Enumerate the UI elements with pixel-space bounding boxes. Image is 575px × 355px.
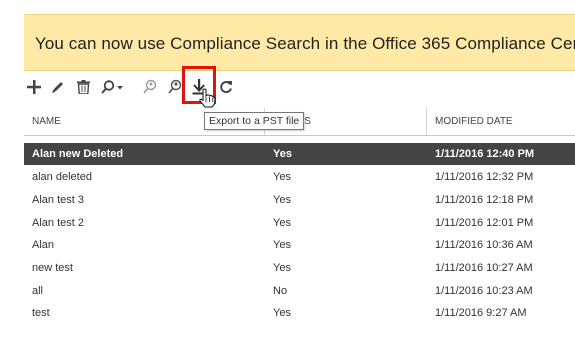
cell-modified: 1/11/2016 12:40 PM: [435, 148, 535, 160]
search-people-button[interactable]: [141, 76, 159, 98]
table-row[interactable]: alan deleted Yes 1/11/2016 12:32 PM: [24, 166, 575, 188]
refresh-button[interactable]: [218, 76, 234, 98]
cell-status: Yes: [273, 307, 291, 319]
search-dropdown-button[interactable]: [100, 76, 126, 98]
search-people-alt-icon: [168, 79, 182, 94]
search-dropdown-icon: [101, 80, 123, 94]
table-row[interactable]: new test Yes 1/11/2016 10:27 AM: [24, 257, 575, 279]
add-button[interactable]: [26, 76, 42, 98]
column-divider: [426, 108, 427, 135]
column-header-name[interactable]: NAME: [32, 116, 61, 127]
column-header-modified[interactable]: MODIFIED DATE: [435, 116, 513, 127]
cell-name: alan deleted: [32, 171, 92, 183]
cell-modified: 1/11/2016 10:27 AM: [435, 262, 533, 274]
table-row[interactable]: Alan Yes 1/11/2016 10:36 AM: [24, 234, 575, 256]
edit-button[interactable]: [50, 76, 66, 98]
table-row[interactable]: all No 1/11/2016 10:23 AM: [24, 280, 575, 302]
cell-status: Yes: [273, 148, 292, 160]
cell-name: Alan: [32, 239, 55, 251]
cell-status: Yes: [273, 171, 291, 183]
cell-modified: 1/11/2016 12:32 PM: [435, 171, 534, 183]
cell-modified: 1/11/2016 12:18 PM: [435, 194, 534, 206]
trash-icon: [76, 80, 90, 94]
cell-name: test: [32, 307, 50, 319]
search-people-icon: [143, 79, 157, 94]
cell-status: Yes: [273, 262, 291, 274]
table-row[interactable]: Alan test 3 Yes 1/11/2016 12:18 PM: [24, 189, 575, 211]
cell-modified: 1/11/2016 10:23 AM: [435, 285, 533, 297]
info-banner: You can now use Compliance Search in the…: [24, 14, 575, 71]
cell-status: Yes: [273, 239, 291, 251]
toolbar: [24, 74, 575, 100]
tooltip: Export to a PST file: [204, 112, 305, 130]
cell-status: No: [273, 285, 288, 297]
hand-cursor-icon: [199, 88, 216, 108]
plus-icon: [27, 80, 41, 94]
cell-name: Alan new Deleted: [32, 148, 124, 160]
cell-status: Yes: [273, 217, 291, 229]
cell-name: new test: [32, 262, 73, 274]
cell-name: Alan test 3: [32, 194, 84, 206]
table-row[interactable]: test Yes 1/11/2016 9:27 AM: [24, 302, 575, 324]
cell-modified: 1/11/2016 12:01 PM: [435, 217, 534, 229]
delete-button[interactable]: [75, 76, 91, 98]
table-row[interactable]: Alan new Deleted Yes 1/11/2016 12:40 PM: [24, 143, 575, 165]
cell-modified: 1/11/2016 9:27 AM: [435, 307, 527, 319]
banner-text: You can now use Compliance Search in the…: [35, 34, 575, 53]
cell-name: Alan test 2: [32, 217, 84, 229]
refresh-icon: [220, 81, 232, 93]
pencil-icon: [52, 82, 63, 93]
cell-name: all: [32, 285, 44, 297]
cell-modified: 1/11/2016 10:36 AM: [435, 239, 533, 251]
table-row[interactable]: Alan test 2 Yes 1/11/2016 12:01 PM: [24, 212, 575, 234]
cell-status: Yes: [273, 194, 291, 206]
